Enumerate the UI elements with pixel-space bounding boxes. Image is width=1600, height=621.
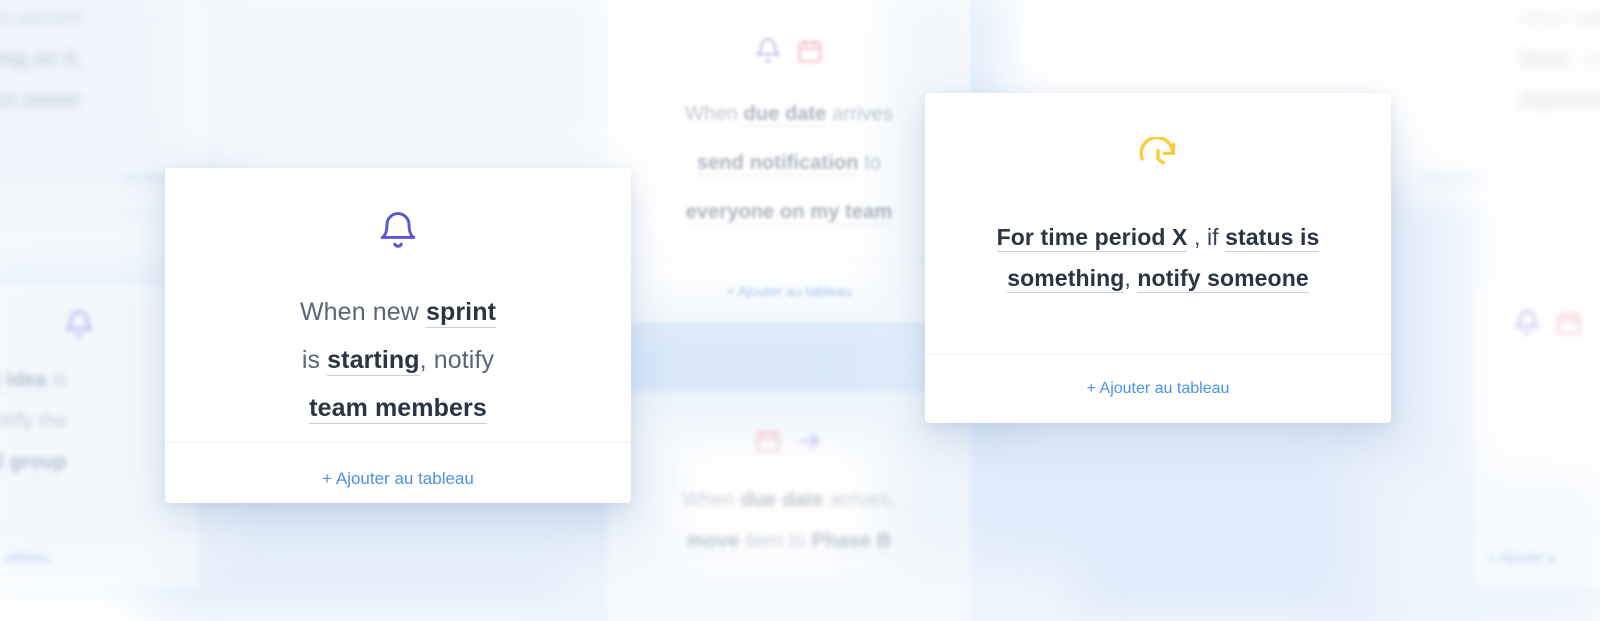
recipe-token: status is [1225, 224, 1320, 252]
recipe-plain: item to [739, 530, 812, 552]
recipe-token: starting [327, 346, 420, 376]
recipe-token: working on it, [0, 48, 82, 72]
recipe-card-due-date-notify[interactable]: When due date arrives send notification … [608, 0, 970, 322]
automation-recipes-board: te has passed working on it, ject owner … [0, 0, 1600, 621]
recipe-card-new-sprint[interactable]: When new sprint is starting, notify team… [165, 168, 631, 503]
recipe-token: al group [0, 451, 67, 475]
recipe-plain: When [1518, 7, 1578, 29]
calendar-icon [798, 39, 822, 63]
recipe-token: oject idea [0, 369, 47, 393]
bell-icon [1515, 310, 1539, 335]
recipe-card-body: When a is overdue the projec [1474, 286, 1600, 527]
recipe-token: notify someone [1137, 265, 1309, 293]
glow-blob [180, 0, 620, 170]
recipe-card-dependency[interactable]: When a status Done, change th dependency… [1406, 0, 1600, 208]
recipe-plain: is [301, 346, 328, 374]
recipe-token: Done [1518, 48, 1570, 72]
recipe-token: due date [740, 489, 824, 513]
recipe-text: te has passed working on it, ject owner [0, 0, 82, 121]
recipe-token: team members [309, 394, 487, 424]
recipe-plain: , notify the [0, 410, 67, 432]
recipe-token: ject owner [0, 89, 82, 113]
recipe-plain: , if [1187, 224, 1226, 250]
add-to-board-button[interactable]: + Ajouter a [1406, 145, 1600, 208]
arrow-right-icon [799, 433, 820, 449]
recipe-text: oject idea is d, notify the al group [0, 360, 67, 483]
clock-arrow-icon [1139, 137, 1176, 165]
add-to-board-button[interactable]: + Ajouter a [1474, 527, 1600, 586]
recipe-icon-row [754, 36, 824, 66]
recipe-plain: arrives [826, 103, 893, 125]
recipe-card-body: te has passed working on it, ject owner [0, 0, 204, 145]
recipe-token: everyone on my team [685, 201, 893, 225]
recipe-token: a status [1577, 7, 1600, 31]
recipe-icon-row [754, 426, 824, 456]
recipe-icon-row [376, 208, 420, 254]
calendar-icon [1557, 311, 1581, 335]
recipe-token: move [686, 530, 740, 554]
add-to-board-button[interactable]: + Ajouter au tableau [608, 259, 970, 322]
recipe-card-body: When due date arrives, move item to Phas… [608, 392, 970, 621]
recipe-token: due date [743, 103, 827, 127]
recipe-plain: is [46, 369, 67, 391]
glow-blob [950, 420, 1420, 621]
recipe-plain: arrives, [823, 489, 896, 511]
recipe-text: When a status Done, change th dependency… [1518, 0, 1600, 121]
recipe-token: send notification [696, 152, 859, 176]
recipe-token: Phase B [811, 530, 892, 554]
recipe-plain: , notify [419, 346, 495, 374]
recipe-card-due-date-move[interactable]: When due date arrives, move item to Phas… [608, 392, 970, 621]
recipe-plain: to [858, 152, 882, 174]
recipe-icon-row [1137, 137, 1179, 181]
recipe-plain: has passed [0, 7, 82, 29]
recipe-plain: , change th [1569, 48, 1600, 70]
recipe-card-body: For time period X , if status is somethi… [925, 93, 1391, 354]
bell-icon [65, 310, 93, 339]
add-to-board-button[interactable]: + Ajouter au tableau [165, 442, 631, 503]
recipe-token: dependency [1518, 89, 1600, 113]
recipe-text: When new sprint is starting, notify team… [300, 288, 496, 432]
recipe-icon-row [1474, 308, 1600, 338]
bell-icon [380, 212, 416, 248]
add-to-board-button[interactable]: + Ajouter au tableau [925, 354, 1391, 423]
recipe-token: For time period X [996, 224, 1188, 252]
recipe-card-body: When new sprint is starting, notify team… [165, 168, 631, 442]
bell-icon [756, 38, 780, 63]
calendar-icon [756, 429, 780, 453]
recipe-plain: When new [299, 298, 426, 326]
recipe-card-body: When a status Done, change th dependency… [1406, 0, 1600, 145]
recipe-card-time-period[interactable]: For time period X , if status is somethi… [925, 93, 1391, 423]
recipe-card-body: When due date arrives send notification … [608, 0, 970, 259]
recipe-plain: When [685, 103, 744, 125]
recipe-token: something [1007, 265, 1125, 293]
recipe-text: For time period X , if status is somethi… [996, 217, 1320, 299]
recipe-token: sprint [425, 298, 496, 328]
add-to-board-button[interactable]: tableau [0, 527, 198, 586]
recipe-text: When due date arrives send notification … [685, 90, 893, 237]
recipe-text: When due date arrives, move item to Phas… [682, 480, 896, 562]
recipe-plain: When [682, 489, 741, 511]
recipe-plain: , [1124, 265, 1138, 291]
recipe-card-overdue[interactable]: When a is overdue the projec + Ajouter a [1474, 286, 1600, 586]
